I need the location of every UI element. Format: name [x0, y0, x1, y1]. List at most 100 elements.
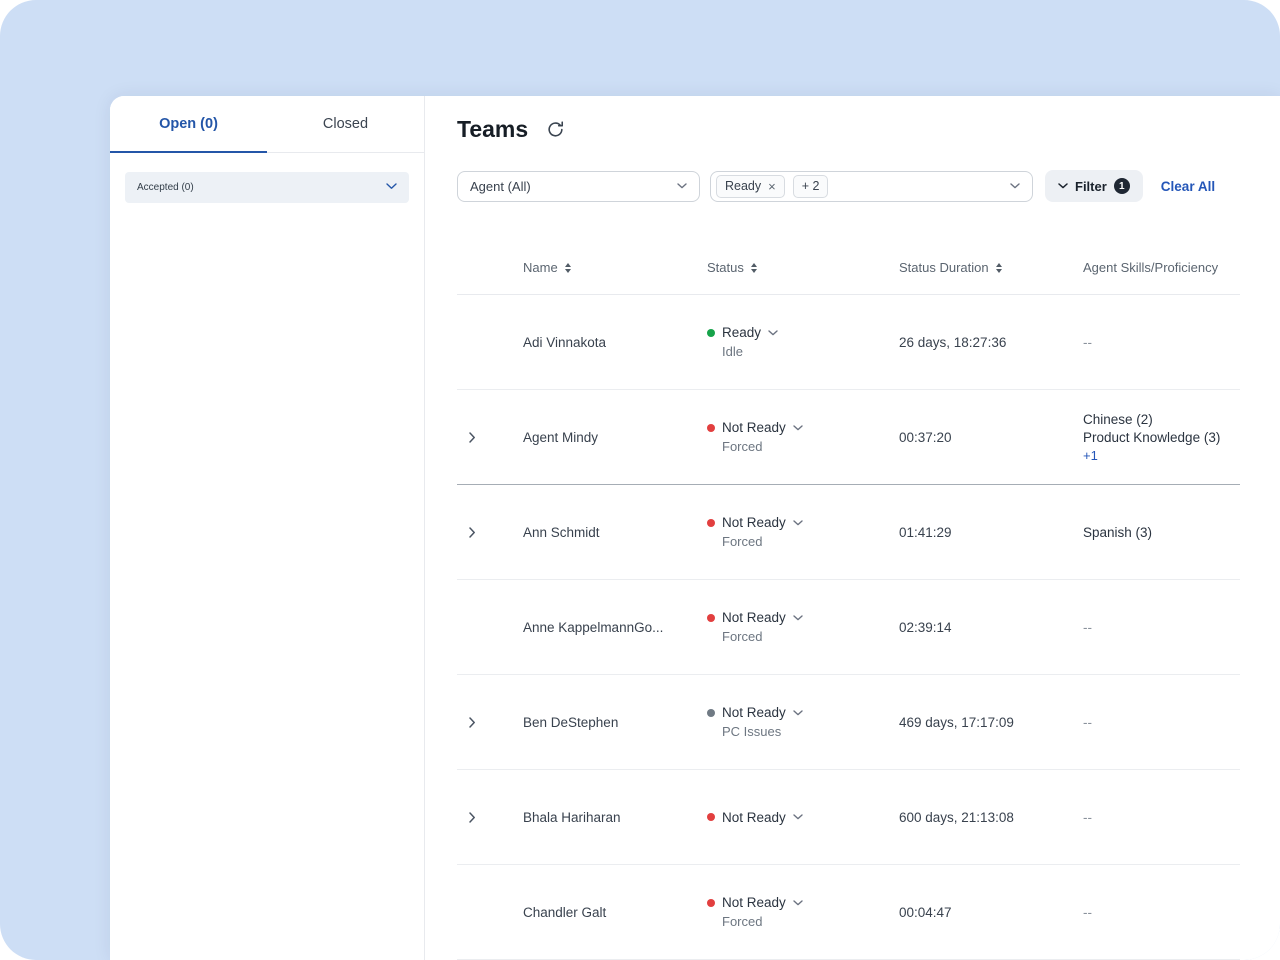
- status-dot: [707, 329, 715, 337]
- expand-row-button[interactable]: [457, 812, 523, 823]
- chevron-down-icon: [1010, 183, 1020, 189]
- left-panel: Open (0) Closed Accepted (0): [110, 96, 425, 960]
- column-label: Status Duration: [899, 260, 989, 275]
- status-chip: Ready ×: [716, 175, 785, 198]
- chevron-down-icon: [793, 900, 803, 906]
- chevron-down-icon: [793, 425, 803, 431]
- status-cell[interactable]: Not ReadyForced: [707, 515, 899, 549]
- table-row: Agent MindyNot ReadyForced00:37:20Chines…: [457, 390, 1240, 485]
- skill-item: Spanish (3): [1083, 525, 1240, 540]
- skills-cell: --: [1083, 620, 1240, 635]
- agent-name: Ben DeStephen: [523, 715, 707, 730]
- agent-name: Chandler Galt: [523, 905, 707, 920]
- expand-row-button[interactable]: [457, 527, 523, 538]
- status-duration: 600 days, 21:13:08: [899, 810, 1083, 825]
- status-label: Not Ready: [722, 610, 786, 625]
- skills-more-link[interactable]: +1: [1083, 448, 1240, 463]
- status-reason: Forced: [722, 439, 899, 454]
- agent-name: Ann Schmidt: [523, 525, 707, 540]
- tab-open[interactable]: Open (0): [110, 96, 267, 152]
- status-reason: Forced: [722, 914, 899, 929]
- skills-cell: --: [1083, 335, 1240, 350]
- skill-item: --: [1083, 620, 1240, 635]
- sort-icon[interactable]: [996, 263, 1002, 273]
- column-header-skills: Agent Skills/Proficiency: [1083, 260, 1240, 275]
- column-label: Status: [707, 260, 744, 275]
- status-reason: Forced: [722, 629, 899, 644]
- sort-icon[interactable]: [565, 263, 571, 273]
- table-row: Ann SchmidtNot ReadyForced01:41:29Spanis…: [457, 485, 1240, 580]
- chevron-down-icon: [793, 710, 803, 716]
- chevron-right-icon: [469, 717, 476, 728]
- table-row: Bhala HariharanNot Ready600 days, 21:13:…: [457, 770, 1240, 865]
- chevron-right-icon: [469, 812, 476, 823]
- column-label: Agent Skills/Proficiency: [1083, 260, 1218, 275]
- table-body: Adi VinnakotaReadyIdle26 days, 18:27:36-…: [457, 295, 1240, 960]
- title-row: Teams: [457, 110, 1240, 148]
- column-header-name[interactable]: Name: [523, 260, 707, 275]
- chevron-down-icon: [793, 520, 803, 526]
- skill-item: --: [1083, 905, 1240, 920]
- filter-button[interactable]: Filter 1: [1045, 170, 1143, 202]
- chevron-right-icon: [469, 527, 476, 538]
- agent-name: Adi Vinnakota: [523, 335, 707, 350]
- agents-table: Name Status Status Duration Agent Skills/Pr…: [457, 241, 1240, 960]
- main-card: Open (0) Closed Accepted (0) Teams Agent: [110, 96, 1280, 960]
- skills-cell: --: [1083, 905, 1240, 920]
- chevron-down-icon: [386, 182, 397, 193]
- remove-chip-icon[interactable]: ×: [768, 180, 776, 193]
- expand-row-button[interactable]: [457, 432, 523, 443]
- status-dot: [707, 899, 715, 907]
- status-cell[interactable]: Not Ready Forced: [707, 610, 899, 644]
- skill-item: Chinese (2): [1083, 412, 1240, 427]
- status-duration: 00:04:47: [899, 905, 1083, 920]
- status-reason: Forced: [722, 534, 899, 549]
- table-row: Chandler Galt Not Ready Forced00:04:47--: [457, 865, 1240, 960]
- clear-all-link[interactable]: Clear All: [1161, 179, 1215, 194]
- status-cell[interactable]: Not Ready: [707, 810, 899, 825]
- more-chips-badge[interactable]: + 2: [793, 175, 829, 198]
- skill-item: --: [1083, 715, 1240, 730]
- skill-item: --: [1083, 810, 1240, 825]
- chevron-down-icon: [793, 615, 803, 621]
- status-dot: [707, 813, 715, 821]
- chevron-right-icon: [469, 432, 476, 443]
- status-cell[interactable]: Not Ready Forced: [707, 895, 899, 929]
- agent-filter-dropdown[interactable]: Agent (All): [457, 171, 700, 202]
- status-reason: PC Issues: [722, 724, 899, 739]
- status-cell[interactable]: Not ReadyForced: [707, 420, 899, 454]
- skills-cell: --: [1083, 810, 1240, 825]
- table-row: Ben DeStephenNot ReadyPC Issues469 days,…: [457, 675, 1240, 770]
- page-title: Teams: [457, 116, 528, 143]
- status-cell[interactable]: Not ReadyPC Issues: [707, 705, 899, 739]
- expand-row-button[interactable]: [457, 717, 523, 728]
- accepted-accordion[interactable]: Accepted (0): [125, 172, 409, 203]
- refresh-icon[interactable]: [546, 120, 565, 139]
- agent-name: Agent Mindy: [523, 430, 707, 445]
- column-header-status[interactable]: Status: [707, 260, 899, 275]
- filter-button-label: Filter: [1075, 179, 1107, 194]
- status-duration: 26 days, 18:27:36: [899, 335, 1083, 350]
- status-dot: [707, 614, 715, 622]
- status-duration: 00:37:20: [899, 430, 1083, 445]
- status-label: Not Ready: [722, 895, 786, 910]
- sort-icon[interactable]: [751, 263, 757, 273]
- status-filter-dropdown[interactable]: Ready × + 2: [710, 171, 1033, 202]
- skill-item: Product Knowledge (3): [1083, 430, 1240, 445]
- column-label: Name: [523, 260, 558, 275]
- accordion-label: Accepted (0): [137, 182, 194, 193]
- skills-cell: Chinese (2) Product Knowledge (3) +1: [1083, 412, 1240, 463]
- status-dot: [707, 519, 715, 527]
- column-header-status_duration[interactable]: Status Duration: [899, 260, 1083, 275]
- tab-bar: Open (0) Closed: [110, 96, 424, 153]
- status-cell[interactable]: ReadyIdle: [707, 325, 899, 359]
- agent-name: Anne KappelmannGo...: [523, 620, 707, 635]
- chevron-down-icon: [793, 814, 803, 820]
- chevron-down-icon: [677, 183, 687, 189]
- agent-filter-value: Agent (All): [470, 179, 531, 194]
- agent-name: Bhala Hariharan: [523, 810, 707, 825]
- chevron-down-icon: [1058, 183, 1068, 189]
- status-duration: 01:41:29: [899, 525, 1083, 540]
- tab-closed[interactable]: Closed: [267, 96, 424, 152]
- table-row: Adi VinnakotaReadyIdle26 days, 18:27:36-…: [457, 295, 1240, 390]
